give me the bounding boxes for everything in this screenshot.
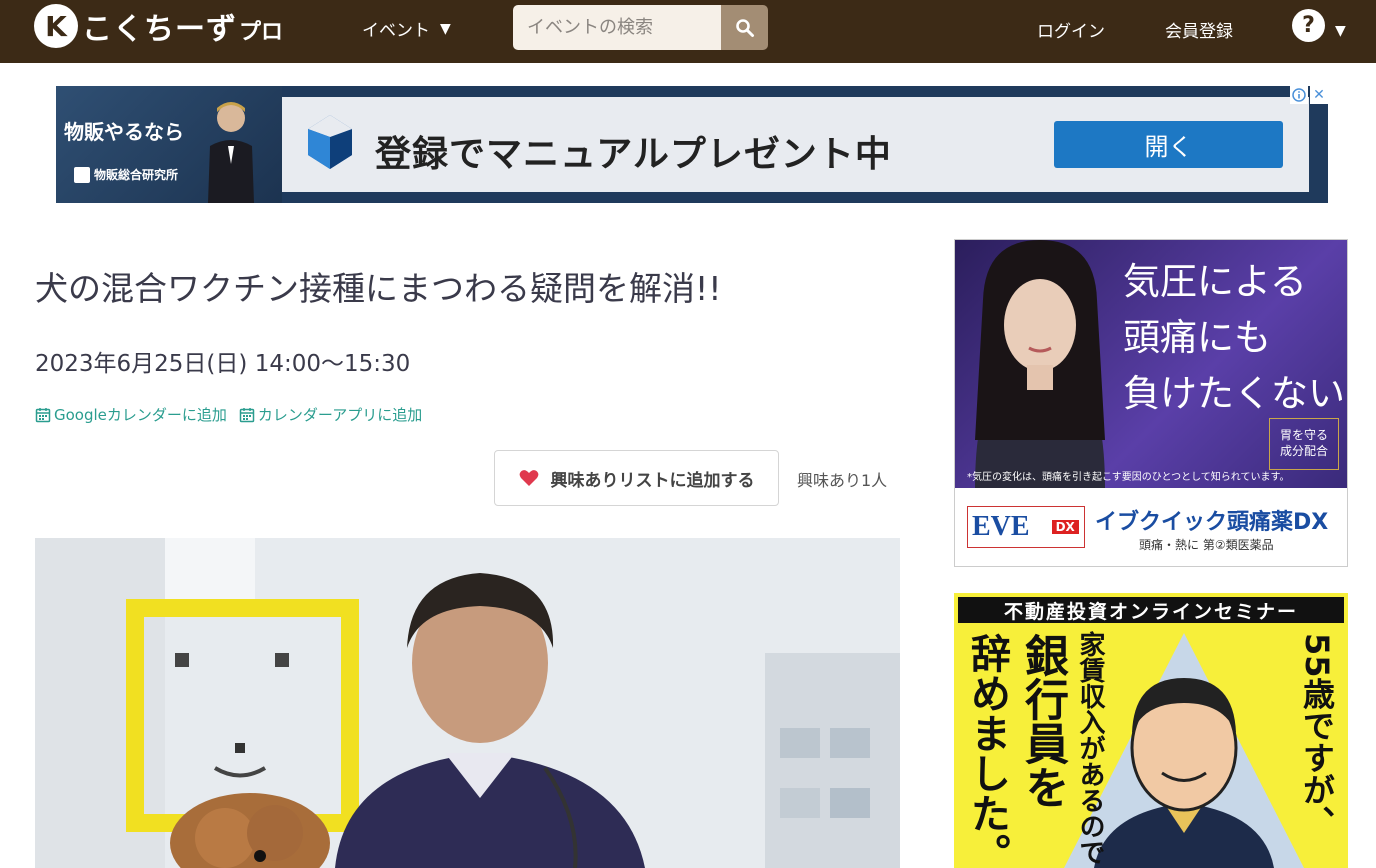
cube-logo-icon: [308, 115, 352, 169]
ad-left-brand-text: 物販総合研究所: [94, 168, 179, 182]
ad-main-panel: 登録でマニュアルプレゼント中 開く: [282, 97, 1309, 192]
calendar-icon: [35, 407, 51, 422]
calendar-app-link[interactable]: カレンダーアプリに追加: [239, 404, 422, 425]
side-ad1-headline: 気圧による 頭痛にも 負けたくない: [1123, 260, 1345, 415]
search-input[interactable]: [513, 5, 721, 50]
calendar-links: Googleカレンダーに追加 カレンダーアプリに追加: [35, 404, 422, 425]
side-ad2-col-age: 55歳ですが、: [1298, 633, 1336, 838]
google-calendar-link[interactable]: Googleカレンダーに追加: [35, 404, 227, 425]
top-banner-ad[interactable]: 物販やるなら 物販総合研究所 登録でマニュアルプレゼント中 開く ✕: [56, 86, 1328, 203]
google-calendar-label: Googleカレンダーに追加: [54, 406, 227, 424]
add-interest-label: 興味ありリストに追加する: [550, 470, 755, 491]
ad-left-brand: 物販総合研究所: [74, 166, 178, 183]
search-icon: [735, 18, 754, 37]
search-form: [513, 5, 768, 50]
help-dropdown[interactable]: ? ▼: [1292, 9, 1346, 42]
side-ad1-badge: 胃を守る 成分配合: [1269, 418, 1339, 470]
logo-badge: K: [34, 4, 78, 48]
ad-headline: 登録でマニュアルプレゼント中: [375, 134, 892, 175]
side-ad2-header: 不動産投資オンラインセミナー: [958, 597, 1344, 623]
calendar-icon: [239, 407, 255, 422]
side-ad1-visual: 気圧による 頭痛にも 負けたくない 胃を守る 成分配合 *気圧の変化は、頭痛を引…: [955, 240, 1347, 488]
heart-icon: [519, 470, 538, 486]
brand-logo-icon: [74, 166, 90, 183]
calendar-app-label: カレンダーアプリに追加: [257, 406, 423, 424]
caret-down-icon: ▼: [440, 20, 451, 37]
eve-brand: EVE: [972, 511, 1030, 542]
ad-info-icon[interactable]: [1290, 86, 1308, 104]
ad-left-title: 物販やるなら: [64, 120, 184, 144]
logo-pro-text: プロ: [239, 20, 284, 45]
login-link[interactable]: ログイン: [1037, 17, 1105, 42]
site-header: K こくちーず プロ イベント ▼ ログイン 会員登録 ? ▼: [0, 0, 1376, 63]
ad-left-panel: 物販やるなら 物販総合研究所: [56, 86, 282, 203]
side-ad1-note: *気圧の変化は、頭痛を引き起こす要因のひとつとして知られています。: [967, 472, 1290, 483]
side-ad2-col-left: 辞めました。: [964, 633, 1010, 868]
model-photo: [975, 240, 1105, 488]
event-datetime: 2023年6月25日(日) 14:00〜15:30: [35, 351, 411, 377]
help-icon: ?: [1292, 9, 1325, 42]
info-icon: [1292, 88, 1306, 102]
side-ad1-product-name: イブクイック頭痛薬DX: [1095, 510, 1329, 535]
caret-down-icon: ▼: [1335, 22, 1346, 39]
event-photo: [35, 538, 900, 868]
ad-close-icon[interactable]: ✕: [1310, 86, 1328, 104]
eve-dx-tag: DX: [1051, 520, 1079, 534]
side-ad2-col-bank: 銀行員を: [1017, 633, 1068, 809]
side-ad-real-estate[interactable]: 不動産投資オンラインセミナー 辞めました。 銀行員を 家賃収入があるので 55歳…: [954, 593, 1348, 868]
nav-event-label: イベント: [362, 21, 430, 41]
site-logo[interactable]: K こくちーず プロ: [34, 4, 283, 48]
event-title: 犬の混合ワクチン接種にまつわる疑問を解消!!: [35, 269, 722, 308]
side-ad2-col-rent: 家賃収入があるので: [1075, 631, 1105, 865]
search-button[interactable]: [721, 5, 768, 50]
register-link[interactable]: 会員登録: [1165, 17, 1233, 42]
logo-text: こくちーず: [82, 12, 237, 47]
side-ad-headache[interactable]: 気圧による 頭痛にも 負けたくない 胃を守る 成分配合 *気圧の変化は、頭痛を引…: [954, 239, 1348, 567]
side-ad1-product-sub: 頭痛・熱に 第②類医薬品: [1139, 538, 1274, 552]
person-photo: [208, 102, 254, 203]
ad-open-button[interactable]: 開く: [1054, 121, 1283, 168]
eve-logo: EVE DX: [967, 506, 1085, 548]
interest-count: 興味あり1人: [797, 471, 888, 490]
side-ad1-product-bar: EVE DX イブクイック頭痛薬DX 頭痛・熱に 第②類医薬品: [955, 488, 1347, 566]
nav-event-dropdown[interactable]: イベント ▼: [362, 16, 451, 42]
add-interest-button[interactable]: 興味ありリストに追加する: [494, 450, 779, 506]
event-photo-illustration: [35, 538, 900, 868]
